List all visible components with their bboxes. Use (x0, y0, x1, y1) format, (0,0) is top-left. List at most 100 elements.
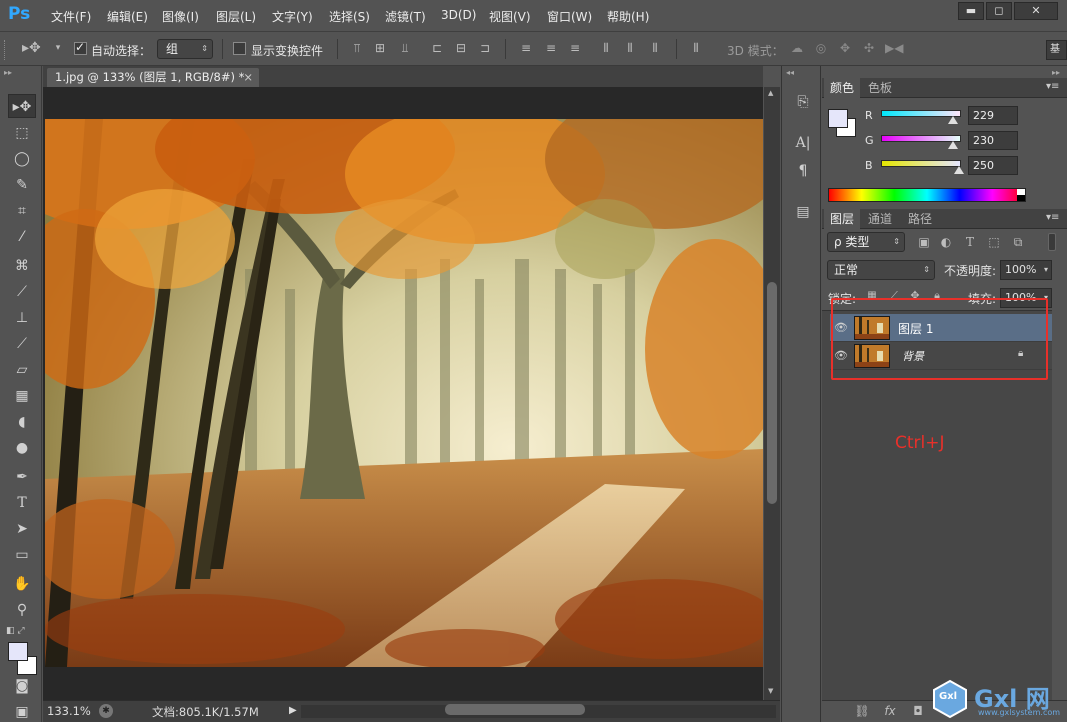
foreground-color-swatch[interactable] (828, 109, 848, 128)
green-value-field[interactable]: 230 (968, 131, 1018, 150)
tab-color[interactable]: 颜色 (824, 78, 861, 98)
minimize-button[interactable]: ▬ (958, 2, 984, 20)
filter-shape-icon[interactable]: ⬚ (986, 234, 1002, 250)
lasso-tool-icon[interactable]: ◯ (8, 147, 36, 171)
screen-mode-icon[interactable]: ▣ (8, 700, 36, 722)
menu-view[interactable]: 视图(V) (489, 8, 531, 25)
panel-menu-icon[interactable]: ▾≡ (1046, 212, 1059, 223)
history-panel-icon[interactable]: ⎘ (793, 92, 813, 112)
tab-swatches[interactable]: 色板 (862, 78, 898, 98)
properties-panel-icon[interactable]: ▤ (793, 202, 813, 222)
menu-type[interactable]: 文字(Y) (272, 8, 313, 25)
menu-image[interactable]: 图像(I) (162, 8, 199, 25)
align-horizontal-center-icon[interactable]: ⊟ (453, 40, 469, 56)
collapse-arrows-icon[interactable]: ▸▸ (1052, 68, 1060, 77)
quick-select-tool-icon[interactable]: ✎ (8, 173, 36, 197)
menu-edit[interactable]: 编辑(E) (107, 8, 148, 25)
blend-mode-dropdown[interactable]: 正常 ⇕ (827, 260, 935, 280)
distribute-top-icon[interactable]: ≡ (518, 40, 534, 56)
brush-tool-icon[interactable]: ⟋ (8, 280, 36, 304)
green-slider-knob[interactable] (948, 141, 959, 149)
history-brush-tool-icon[interactable]: ⟋ (8, 332, 36, 356)
red-slider-knob[interactable] (947, 116, 958, 124)
paragraph-panel-icon[interactable]: ¶ (793, 161, 813, 181)
3d-scale-icon[interactable]: ▶◀ (885, 40, 903, 56)
pen-tool-icon[interactable]: ✒ (8, 465, 36, 489)
align-left-icon[interactable]: ⊏ (429, 40, 445, 56)
hand-tool-icon[interactable]: ✋ (8, 572, 36, 596)
distribute-horizontal-center-icon[interactable]: ⦀ (622, 40, 638, 56)
color-spectrum-ramp[interactable] (828, 188, 1026, 202)
zoom-tool-icon[interactable]: ⚲ (8, 598, 36, 622)
vertical-scroll-thumb[interactable] (767, 282, 777, 504)
menu-help[interactable]: 帮助(H) (607, 8, 649, 25)
path-selection-tool-icon[interactable]: ➤ (8, 517, 36, 541)
healing-brush-tool-icon[interactable]: ⌘ (8, 254, 36, 278)
link-layers-icon[interactable]: ⛓ (854, 703, 870, 719)
collapse-arrows-icon[interactable]: ◂◂ (786, 68, 794, 77)
filter-pixel-icon[interactable]: ▣ (916, 234, 932, 250)
3d-slide-icon[interactable]: ✣ (861, 40, 877, 56)
zoom-level[interactable]: 133.1% (47, 704, 91, 718)
red-value-field[interactable]: 229 (968, 106, 1018, 125)
align-right-icon[interactable]: ⊐ (477, 40, 493, 56)
status-menu-arrow-icon[interactable]: ▶ (289, 705, 297, 716)
blue-value-field[interactable]: 250 (968, 156, 1018, 175)
3d-drag-icon[interactable]: ✥ (837, 40, 853, 56)
blue-slider[interactable] (881, 160, 961, 167)
workspace-switcher[interactable]: 基 (1046, 40, 1067, 60)
align-top-icon[interactable]: ⫪ (349, 40, 365, 56)
tab-layers[interactable]: 图层 (824, 209, 861, 229)
distribute-left-icon[interactable]: ⦀ (598, 40, 614, 56)
menu-window[interactable]: 窗口(W) (547, 8, 592, 25)
type-tool-icon[interactable]: T (8, 491, 36, 515)
distribute-vertical-center-icon[interactable]: ≡ (543, 40, 559, 56)
gradient-tool-icon[interactable]: ▦ (8, 384, 36, 408)
scroll-up-icon[interactable]: ▲ (768, 89, 773, 97)
auto-align-layers-icon[interactable]: ⫴ (688, 40, 704, 56)
chevron-down-icon[interactable]: ▾ (1044, 261, 1048, 279)
move-tool-preset-icon[interactable]: ▸✥ (22, 40, 41, 56)
maximize-button[interactable]: ◻ (986, 2, 1012, 20)
show-transform-checkbox[interactable] (233, 42, 246, 55)
align-vertical-center-icon[interactable]: ⊞ (372, 40, 388, 56)
eyedropper-tool-icon[interactable]: ⁄ (8, 225, 36, 249)
collapse-arrows-icon[interactable]: ▸▸ (4, 68, 12, 77)
filter-toggle[interactable] (1048, 233, 1056, 251)
document-tab[interactable]: 1.jpg @ 133% (图层 1, RGB/8#) * × (47, 68, 259, 87)
auto-select-checkbox[interactable] (74, 40, 87, 55)
auto-select-target-dropdown[interactable]: 组 ⇕ (157, 39, 213, 59)
crop-tool-icon[interactable]: ⌗ (8, 199, 36, 223)
document-image[interactable] (45, 119, 763, 667)
3d-rotate-icon[interactable]: ☁ (789, 40, 805, 56)
menu-select[interactable]: 选择(S) (329, 8, 370, 25)
blue-slider-knob[interactable] (954, 166, 965, 174)
layer-filter-dropdown[interactable]: ρ 类型 ⇕ (827, 232, 905, 252)
share-icon[interactable]: ✱ (99, 704, 113, 718)
menu-3d[interactable]: 3D(D) (441, 8, 476, 22)
grip-handle[interactable] (4, 40, 8, 60)
filter-type-icon[interactable]: T (962, 234, 978, 250)
marquee-tool-icon[interactable]: ⬚ (8, 121, 36, 145)
chevron-down-icon[interactable]: ▾ (50, 40, 66, 56)
horizontal-scroll-thumb[interactable] (445, 704, 585, 715)
close-button[interactable]: ✕ (1014, 2, 1058, 20)
align-bottom-icon[interactable]: ⫫ (397, 40, 413, 56)
distribute-bottom-icon[interactable]: ≡ (567, 40, 583, 56)
shape-tool-icon[interactable]: ▭ (8, 543, 36, 567)
3d-roll-icon[interactable]: ◎ (813, 40, 829, 56)
panel-menu-icon[interactable]: ▾≡ (1046, 81, 1059, 92)
menu-file[interactable]: 文件(F) (51, 8, 91, 25)
scroll-down-icon[interactable]: ▼ (768, 687, 773, 695)
close-tab-icon[interactable]: × (243, 68, 253, 87)
filter-adjustment-icon[interactable]: ◐ (938, 234, 954, 250)
menu-filter[interactable]: 滤镜(T) (385, 8, 426, 25)
add-mask-icon[interactable]: ◘ (910, 703, 926, 719)
tab-channels[interactable]: 通道 (862, 209, 898, 229)
dodge-tool-icon[interactable]: ● (8, 436, 36, 460)
eraser-tool-icon[interactable]: ▱ (8, 358, 36, 382)
tab-paths[interactable]: 路径 (902, 209, 938, 229)
menu-layer[interactable]: 图层(L) (216, 8, 256, 25)
move-tool-icon[interactable]: ▸✥ (8, 94, 36, 118)
opacity-field[interactable]: 100% ▾ (1000, 260, 1052, 280)
